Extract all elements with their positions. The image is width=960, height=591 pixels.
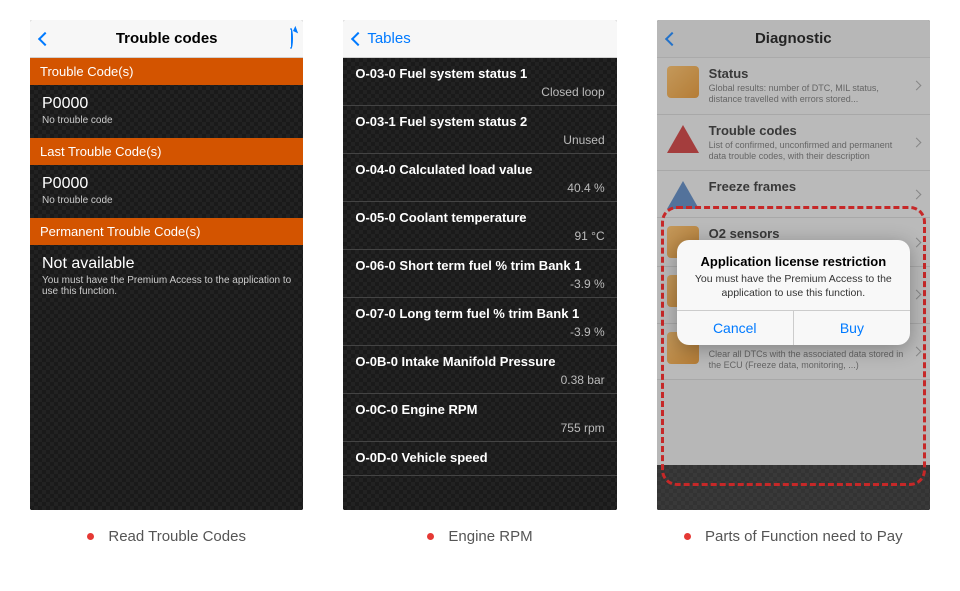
cancel-button[interactable]: Cancel [677, 311, 794, 345]
code-desc: No trouble code [42, 195, 291, 206]
caption-text: Read Trouble Codes [108, 528, 246, 545]
bullet-icon [427, 533, 434, 540]
row-label: O-0D-0 Vehicle speed [355, 450, 604, 465]
code-row[interactable]: Not available You must have the Premium … [30, 245, 303, 309]
data-row[interactable]: O-07-0 Long term fuel % trim Bank 1 -3.9 … [343, 298, 616, 346]
row-label: O-05-0 Coolant temperature [355, 210, 604, 225]
row-label: O-0B-0 Intake Manifold Pressure [355, 354, 604, 369]
data-row[interactable]: O-03-0 Fuel system status 1 Closed loop [343, 58, 616, 106]
alert-title: Application license restriction [691, 254, 896, 269]
code-desc: No trouble code [42, 115, 291, 126]
caption-text: Parts of Function need to Pay [705, 528, 903, 545]
screen-diagnostic: Diagnostic StatusGlobal results: number … [657, 20, 930, 510]
caption: Read Trouble Codes [30, 528, 303, 545]
back-label: Tables [367, 30, 410, 47]
code-value: Not available [42, 255, 291, 273]
data-row[interactable]: O-0D-0 Vehicle speed [343, 442, 616, 476]
refresh-button[interactable] [289, 30, 293, 48]
row-value: Unused [355, 133, 604, 147]
chevron-left-icon [38, 31, 52, 45]
code-value: P0000 [42, 95, 291, 113]
navbar: Tables [343, 20, 616, 58]
nav-title: Trouble codes [30, 30, 303, 47]
row-value: Closed loop [355, 85, 604, 99]
row-label: O-03-1 Fuel system status 2 [355, 114, 604, 129]
content-area: Trouble Code(s) P0000 No trouble code La… [30, 58, 303, 510]
section-header: Last Trouble Code(s) [30, 138, 303, 165]
row-value: -3.9 % [355, 277, 604, 291]
section-header: Trouble Code(s) [30, 58, 303, 85]
content-area: O-03-0 Fuel system status 1Closed loopO-… [343, 58, 616, 510]
row-value: 755 rpm [355, 421, 604, 435]
data-row[interactable]: O-03-1 Fuel system status 2 Unused [343, 106, 616, 154]
section-header: Permanent Trouble Code(s) [30, 218, 303, 245]
code-value: P0000 [42, 175, 291, 193]
data-row[interactable]: O-0B-0 Intake Manifold Pressure 0.38 bar [343, 346, 616, 394]
refresh-icon [289, 28, 293, 49]
bullet-icon [87, 533, 94, 540]
code-row[interactable]: P0000 No trouble code [30, 85, 303, 138]
screen-tables: Tables O-03-0 Fuel system status 1 Closed… [343, 20, 616, 510]
row-value: 40.4 % [355, 181, 604, 195]
row-label: O-06-0 Short term fuel % trim Bank 1 [355, 258, 604, 273]
row-label: O-07-0 Long term fuel % trim Bank 1 [355, 306, 604, 321]
row-value: 0.38 bar [355, 373, 604, 387]
bullet-icon [684, 533, 691, 540]
caption: Parts of Function need to Pay [657, 528, 930, 545]
alert-message: You must have the Premium Access to the … [691, 273, 896, 300]
caption-text: Engine RPM [448, 528, 532, 545]
row-label: O-03-0 Fuel system status 1 [355, 66, 604, 81]
buy-button[interactable]: Buy [794, 311, 910, 345]
code-desc: You must have the Premium Access to the … [42, 275, 291, 297]
row-value: 91 °C [355, 229, 604, 243]
chevron-left-icon [351, 31, 365, 45]
row-label: O-0C-0 Engine RPM [355, 402, 604, 417]
alert-dialog: Application license restriction You must… [677, 240, 910, 345]
back-button[interactable] [40, 34, 54, 44]
captions-row: Read Trouble Codes Engine RPM Parts of F… [0, 510, 960, 545]
data-row[interactable]: O-04-0 Calculated load value 40.4 % [343, 154, 616, 202]
code-row[interactable]: P0000 No trouble code [30, 165, 303, 218]
back-button[interactable]: Tables [353, 30, 410, 47]
navbar: Trouble codes [30, 20, 303, 58]
row-value: -3.9 % [355, 325, 604, 339]
caption: Engine RPM [343, 528, 616, 545]
data-row[interactable]: O-05-0 Coolant temperature 91 °C [343, 202, 616, 250]
data-row[interactable]: O-0C-0 Engine RPM 755 rpm [343, 394, 616, 442]
row-label: O-04-0 Calculated load value [355, 162, 604, 177]
data-row[interactable]: O-06-0 Short term fuel % trim Bank 1 -3.9… [343, 250, 616, 298]
screen-trouble-codes: Trouble codes Trouble Code(s) P0000 No t… [30, 20, 303, 510]
